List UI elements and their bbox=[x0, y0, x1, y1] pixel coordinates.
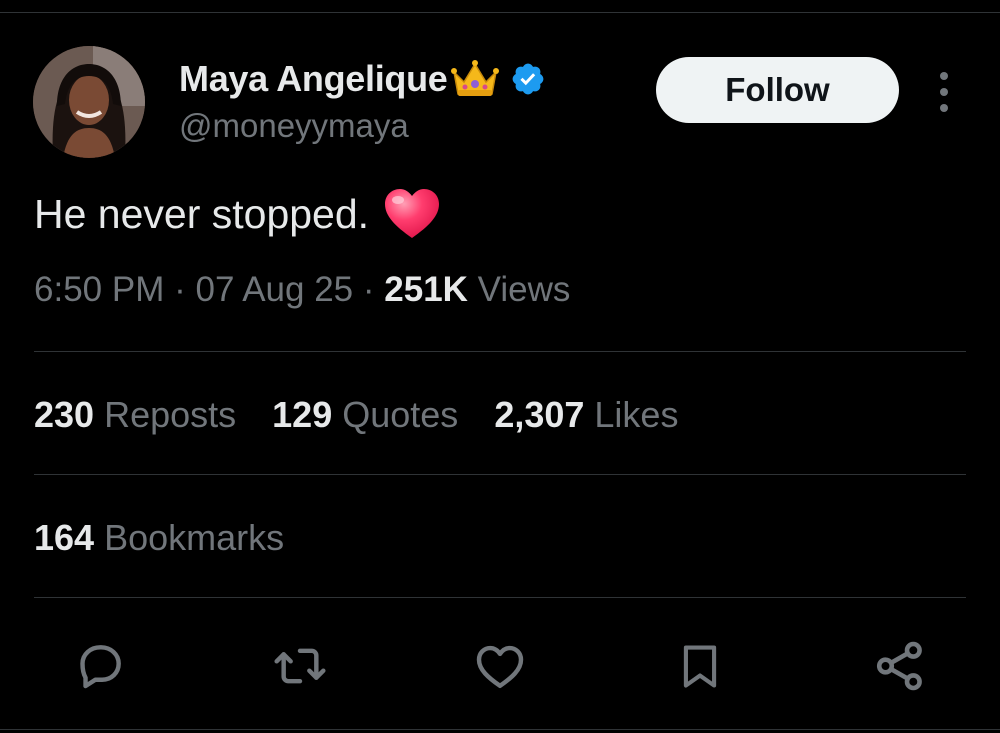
reposts-count: 230 bbox=[34, 394, 95, 435]
like-icon[interactable] bbox=[470, 636, 530, 696]
more-options-icon[interactable] bbox=[930, 72, 958, 112]
author-name[interactable]: Maya Angelique bbox=[179, 58, 448, 100]
quotes-count: 129 bbox=[272, 394, 333, 435]
meta-separator: · bbox=[174, 270, 186, 309]
author-handle[interactable]: @moneyymaya bbox=[179, 107, 409, 145]
stat-quotes[interactable]: 129 Quotes bbox=[272, 394, 458, 436]
likes-label: Likes bbox=[594, 394, 679, 435]
divider bbox=[34, 597, 966, 598]
stat-bookmarks: 164 Bookmarks bbox=[34, 517, 284, 559]
tweet-time[interactable]: 6:50 PM bbox=[34, 270, 164, 309]
views-count: 251K bbox=[384, 270, 468, 309]
divider bbox=[34, 474, 966, 475]
tweet-date[interactable]: 07 Aug 25 bbox=[195, 270, 353, 309]
likes-count: 2,307 bbox=[494, 394, 585, 435]
quotes-label: Quotes bbox=[342, 394, 459, 435]
share-icon[interactable] bbox=[870, 636, 930, 696]
tweet-text: He never stopped. bbox=[34, 190, 370, 237]
crown-icon bbox=[450, 58, 500, 100]
red-heart-emoji-icon bbox=[383, 188, 441, 240]
stat-reposts[interactable]: 230 Reposts bbox=[34, 394, 236, 436]
bottom-border bbox=[0, 729, 1000, 730]
reposts-label: Reposts bbox=[104, 394, 237, 435]
more-dot bbox=[940, 72, 948, 80]
engagement-stats: 230 Reposts 129 Quotes 2,307 Likes bbox=[34, 394, 714, 436]
bookmark-icon[interactable] bbox=[670, 636, 730, 696]
meta-separator: · bbox=[362, 270, 375, 309]
tweet-text-row: He never stopped. bbox=[34, 188, 441, 240]
avatar[interactable] bbox=[33, 46, 145, 158]
bookmarks-label: Bookmarks bbox=[104, 517, 285, 558]
tweet-meta: 6:50 PM · 07 Aug 25 · 251K Views bbox=[34, 270, 570, 310]
more-dot bbox=[940, 104, 948, 112]
bookmarks-count: 164 bbox=[34, 517, 95, 558]
reply-icon[interactable] bbox=[70, 636, 130, 696]
author-name-row: Maya Angelique bbox=[179, 54, 546, 104]
views-label: Views bbox=[477, 270, 571, 309]
repost-icon[interactable] bbox=[270, 636, 330, 696]
top-border bbox=[0, 12, 1000, 13]
more-dot bbox=[940, 88, 948, 96]
follow-button[interactable]: Follow bbox=[656, 57, 899, 123]
divider bbox=[34, 351, 966, 352]
stat-likes[interactable]: 2,307 Likes bbox=[494, 394, 678, 436]
verified-badge-icon[interactable] bbox=[510, 61, 546, 97]
